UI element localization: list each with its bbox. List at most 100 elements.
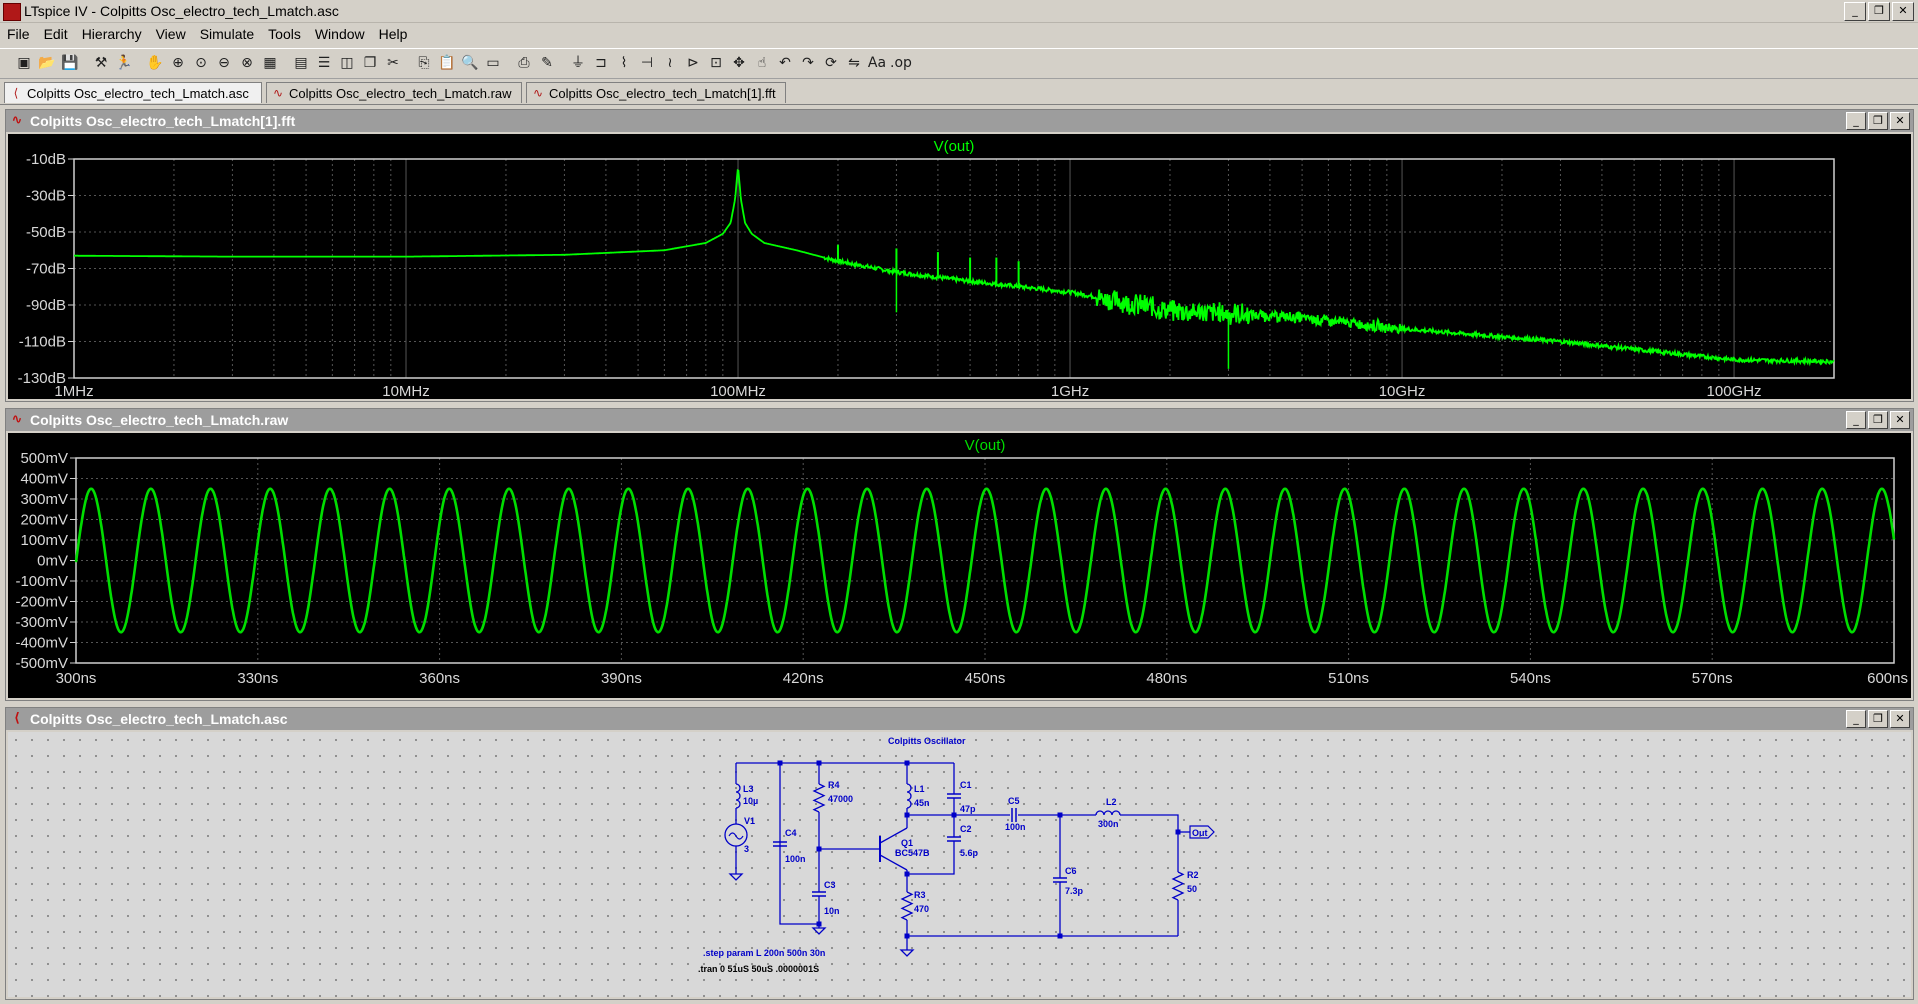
restore-button[interactable]: ❐ [1868, 411, 1888, 429]
label-l1-value: 45n [914, 798, 930, 808]
x-tick-label: 330ns [237, 670, 278, 687]
menu-help[interactable]: Help [372, 23, 415, 45]
minimize-button[interactable]: _ [1846, 112, 1866, 130]
autorange-icon[interactable]: ▦ [260, 53, 280, 73]
halt-icon[interactable]: ✋ [145, 53, 165, 73]
open-icon[interactable]: 📂 [37, 53, 57, 73]
label-c4-value: 100n [785, 854, 806, 864]
ltspice-logo-icon [3, 3, 21, 21]
spice-directive-icon[interactable]: .op [890, 53, 912, 73]
undo-icon[interactable]: ↶ [775, 53, 795, 73]
control-panel-icon[interactable]: ⚒ [91, 53, 111, 73]
diode-icon[interactable]: ⊳ [683, 53, 703, 73]
menu-edit[interactable]: Edit [37, 23, 75, 45]
tile-vertical-icon[interactable]: ◫ [337, 53, 357, 73]
zoom-in-icon[interactable]: ⊕ [168, 53, 188, 73]
fft-window-titlebar[interactable]: ∿ Colpitts Osc_electro_tech_Lmatch[1].ff… [6, 110, 1913, 132]
tile-horizontal-icon[interactable]: ☰ [314, 53, 334, 73]
close-button[interactable]: ✕ [1892, 2, 1914, 21]
tab-raw[interactable]: ∿ Colpitts Osc_electro_tech_Lmatch.raw [266, 82, 522, 103]
save-icon[interactable]: 💾 [60, 53, 80, 73]
close-button[interactable]: ✕ [1890, 411, 1910, 429]
y-tick-label: 0mV [37, 553, 68, 570]
zoom-fit-icon[interactable]: ⊗ [237, 53, 257, 73]
cut-icon[interactable]: ✂ [383, 53, 403, 73]
tab-fft[interactable]: ∿ Colpitts Osc_electro_tech_Lmatch[1].ff… [526, 82, 786, 103]
label-c4-ref: C4 [785, 828, 797, 838]
run-icon[interactable]: 🏃 [114, 53, 134, 73]
menu-window[interactable]: Window [308, 23, 372, 45]
x-tick-label: 100GHz [1707, 383, 1762, 399]
cascade-icon[interactable]: ❐ [360, 53, 380, 73]
menu-view[interactable]: View [149, 23, 193, 45]
transient-plot[interactable]: 500mV 400mV 300mV 200mV 100mV 0mV -100mV -200mV… [8, 433, 1911, 698]
zoom-pan-icon[interactable]: ⊙ [191, 53, 211, 73]
x-tick-label: 540ns [1510, 670, 1551, 687]
mirror-icon[interactable]: ⇋ [844, 53, 864, 73]
title-bar: LTspice IV - Colpitts Osc_electro_tech_L… [0, 0, 1918, 23]
tab-schematic[interactable]: ⟨ Colpitts Osc_electro_tech_Lmatch.asc [4, 82, 262, 103]
label-c1-value: 47p [960, 804, 976, 814]
x-tick-label: 600ns [1867, 670, 1908, 687]
move-icon[interactable]: ✥ [729, 53, 749, 73]
fft-window: ∿ Colpitts Osc_electro_tech_Lmatch[1].ff… [5, 109, 1914, 402]
minimize-button[interactable]: _ [1846, 411, 1866, 429]
schematic-window-titlebar[interactable]: ⟨ Colpitts Osc_electro_tech_Lmatch.asc _… [6, 708, 1913, 730]
window-title: LTspice IV - Colpitts Osc_electro_tech_L… [24, 3, 339, 19]
label-c5-value: 100n [1005, 822, 1026, 832]
component-icon[interactable]: ⊡ [706, 53, 726, 73]
label-l2-ref: L2 [1106, 797, 1117, 807]
label-c3-value: 10n [824, 906, 840, 916]
resistor-icon[interactable]: ⌇ [614, 53, 634, 73]
restore-button[interactable]: ❐ [1868, 2, 1890, 21]
inductor-icon[interactable]: ≀ [660, 53, 680, 73]
close-button[interactable]: ✕ [1890, 112, 1910, 130]
waveform-icon: ∿ [532, 86, 544, 100]
minimize-button[interactable]: _ [1846, 710, 1866, 728]
menu-hierarchy[interactable]: Hierarchy [75, 23, 149, 45]
print-preview-icon[interactable]: ▭ [483, 53, 503, 73]
y-tick-label: -50dB [26, 224, 66, 241]
label-l2-value: 300n [1098, 819, 1119, 829]
wire-icon[interactable]: ✎ [537, 53, 557, 73]
capacitor-icon[interactable]: ⊣ [637, 53, 657, 73]
restore-button[interactable]: ❐ [1868, 710, 1888, 728]
menu-tools[interactable]: Tools [261, 23, 308, 45]
label-c1-ref: C1 [960, 780, 972, 790]
paste-icon[interactable]: 📋 [437, 53, 457, 73]
label-icon[interactable]: ⊐ [591, 53, 611, 73]
ground-symbol [811, 927, 827, 935]
redo-icon[interactable]: ↷ [798, 53, 818, 73]
zoom-out-icon[interactable]: ⊖ [214, 53, 234, 73]
find-icon[interactable]: 🔍 [460, 53, 480, 73]
rotate-icon[interactable]: ⟳ [821, 53, 841, 73]
close-button[interactable]: ✕ [1890, 710, 1910, 728]
copy-icon[interactable]: ⎘ [414, 53, 434, 73]
transient-window-titlebar[interactable]: ∿ Colpitts Osc_electro_tech_Lmatch.raw _… [6, 409, 1913, 431]
label-c6-value: 7.3p [1065, 886, 1084, 896]
new-schematic-icon[interactable]: ▣ [14, 53, 34, 73]
y-tick-label: -400mV [15, 635, 68, 652]
label-v1-value: 3 [744, 844, 749, 854]
x-tick-label: 420ns [783, 670, 824, 687]
minimize-button[interactable]: _ [1844, 2, 1866, 21]
ground-symbol [728, 873, 744, 881]
y-tick-label: -90dB [26, 297, 66, 314]
y-tick-label: -10dB [26, 151, 66, 168]
resistor-r3 [900, 891, 914, 921]
ground-icon[interactable]: ⏚ [568, 53, 588, 73]
wire [1120, 814, 1179, 872]
drag-icon[interactable]: ☝ [752, 53, 772, 73]
text-icon[interactable]: Aa [867, 53, 887, 73]
label-r4-value: 47000 [828, 794, 853, 804]
y-tick-label: -30dB [26, 188, 66, 205]
menu-simulate[interactable]: Simulate [193, 23, 261, 45]
print-icon[interactable]: ⎙ [514, 53, 534, 73]
menu-file[interactable]: File [0, 23, 37, 45]
tab-bar: ⟨ Colpitts Osc_electro_tech_Lmatch.asc ∿… [0, 80, 1918, 105]
grid-icon[interactable]: ▤ [291, 53, 311, 73]
y-tick-label: 100mV [20, 532, 68, 549]
restore-button[interactable]: ❐ [1868, 112, 1888, 130]
fft-plot[interactable]: -10dB-30dB-50dB-70dB-90dB-110dB-130dB1MH… [8, 134, 1911, 399]
schematic-canvas[interactable]: Colpitts Oscillator L3 10µ V1 3 C4 100n R4 47000… [8, 732, 1911, 997]
